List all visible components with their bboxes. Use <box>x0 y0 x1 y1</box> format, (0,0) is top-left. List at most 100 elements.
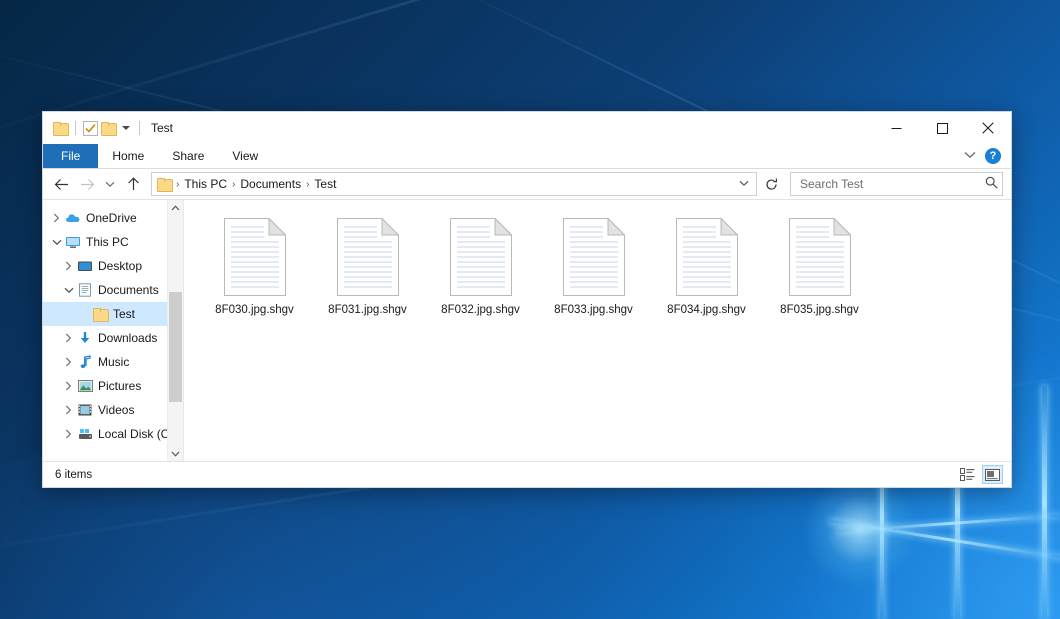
generic-document-icon <box>789 218 851 296</box>
file-item[interactable]: 8F030.jpg.shgv <box>198 214 311 334</box>
folder-icon <box>91 308 109 321</box>
sidebar-item-label: Test <box>109 307 135 321</box>
file-item[interactable]: 8F035.jpg.shgv <box>763 214 876 334</box>
refresh-button[interactable] <box>760 173 782 195</box>
tab-home[interactable]: Home <box>98 144 158 168</box>
recent-locations-chevron-icon[interactable] <box>101 172 119 196</box>
sidebar-item-label: Videos <box>94 403 134 417</box>
status-bar: 6 items <box>43 461 1011 487</box>
up-button[interactable] <box>121 172 145 196</box>
windows-logo-pane-line <box>829 519 1060 560</box>
back-button[interactable] <box>49 172 73 196</box>
file-name: 8F031.jpg.shgv <box>326 303 409 317</box>
breadcrumb-item-documents[interactable]: Documents <box>236 175 305 193</box>
search-icon[interactable] <box>985 176 998 192</box>
help-icon[interactable]: ? <box>985 148 1001 164</box>
file-item[interactable]: 8F034.jpg.shgv <box>650 214 763 334</box>
file-item[interactable]: 8F033.jpg.shgv <box>537 214 650 334</box>
sidebar-item-downloads[interactable]: Downloads <box>43 326 183 350</box>
tab-view[interactable]: View <box>218 144 272 168</box>
sidebar-item-label: OneDrive <box>82 211 137 225</box>
generic-document-icon <box>450 218 512 296</box>
title-bar: Test <box>43 112 1011 144</box>
file-name: 8F035.jpg.shgv <box>778 303 861 317</box>
sidebar-item-label: Downloads <box>94 331 157 345</box>
folder-icon[interactable] <box>53 122 68 135</box>
file-name: 8F034.jpg.shgv <box>665 303 748 317</box>
cloud-icon <box>64 212 82 224</box>
chevron-right-icon[interactable] <box>61 429 76 439</box>
sidebar-item-label: Documents <box>94 283 159 297</box>
file-item[interactable]: 8F031.jpg.shgv <box>311 214 424 334</box>
file-item[interactable]: 8F032.jpg.shgv <box>424 214 537 334</box>
chevron-right-icon[interactable] <box>61 333 76 343</box>
large-icons-view-button[interactable] <box>982 465 1003 484</box>
ribbon-right-controls: ? <box>964 144 1011 168</box>
details-view-button[interactable] <box>957 465 978 484</box>
file-name: 8F033.jpg.shgv <box>552 303 635 317</box>
sidebar-item-label: Pictures <box>94 379 141 393</box>
chevron-right-icon[interactable] <box>61 357 76 367</box>
new-folder-icon[interactable] <box>101 122 116 135</box>
generic-document-icon <box>676 218 738 296</box>
close-button[interactable] <box>965 112 1011 144</box>
breadcrumb-item-this-pc[interactable]: This PC <box>180 175 231 193</box>
chevron-right-icon[interactable] <box>61 261 76 271</box>
breadcrumb-item-test[interactable]: Test <box>310 175 340 193</box>
customize-caret-icon[interactable] <box>122 126 130 130</box>
maximize-button[interactable] <box>919 112 965 144</box>
music-icon <box>76 355 94 369</box>
sidebar-item-label: Desktop <box>94 259 142 273</box>
chevron-right-icon[interactable] <box>61 405 76 415</box>
ribbon-tab-bar: File Home Share View ? <box>43 144 1011 169</box>
window-controls <box>873 112 1011 144</box>
properties-icon[interactable] <box>83 121 98 136</box>
file-name: 8F032.jpg.shgv <box>439 303 522 317</box>
sidebar-item-desktop[interactable]: Desktop <box>43 254 183 278</box>
file-list-view[interactable]: 8F030.jpg.shgv <box>184 200 1011 461</box>
toolbar-divider <box>139 121 140 135</box>
breadcrumb-folder-icon[interactable] <box>157 178 172 191</box>
sidebar-item-videos[interactable]: Videos <box>43 398 183 422</box>
scrollbar-thumb[interactable] <box>169 292 182 402</box>
navigation-pane: OneDrive This PC <box>43 200 184 461</box>
sidebar-item-test[interactable]: Test <box>43 302 183 326</box>
sidebar-item-label: Music <box>94 355 129 369</box>
chevron-down-icon[interactable] <box>61 287 76 294</box>
expand-ribbon-chevron-icon[interactable] <box>964 151 976 162</box>
item-count-label: 6 items <box>55 469 92 481</box>
chevron-right-icon[interactable] <box>49 213 64 223</box>
documents-icon <box>76 283 94 297</box>
windows-logo-glow <box>800 470 920 590</box>
sidebar-item-music[interactable]: Music <box>43 350 183 374</box>
minimize-button[interactable] <box>873 112 919 144</box>
tab-file[interactable]: File <box>43 144 98 168</box>
sidebar-scrollbar[interactable] <box>167 200 183 461</box>
breadcrumb-dropdown-icon[interactable] <box>734 179 754 189</box>
quick-access-toolbar: Test <box>43 121 173 136</box>
chevron-right-icon[interactable] <box>61 381 76 391</box>
desktop-icon <box>76 260 94 273</box>
search-input[interactable] <box>798 176 985 192</box>
chevron-down-icon[interactable] <box>49 239 64 246</box>
window-title: Test <box>151 121 173 135</box>
pictures-icon <box>76 380 94 392</box>
view-mode-buttons <box>957 465 1003 484</box>
sidebar-item-local-disk-c[interactable]: Local Disk (C:) <box>43 422 183 446</box>
sidebar-item-documents[interactable]: Documents <box>43 278 183 302</box>
windows-logo-pane-line <box>838 514 1060 532</box>
scroll-down-icon[interactable] <box>168 446 183 461</box>
forward-button <box>75 172 99 196</box>
tab-share[interactable]: Share <box>158 144 218 168</box>
navigation-tree: OneDrive This PC <box>43 200 183 446</box>
file-explorer-window: Test File Home Share View <box>42 111 1012 488</box>
sidebar-item-pictures[interactable]: Pictures <box>43 374 183 398</box>
sidebar-item-onedrive[interactable]: OneDrive <box>43 206 183 230</box>
address-bar: › This PC › Documents › Test <box>43 169 1011 199</box>
monitor-icon <box>64 236 82 249</box>
scroll-up-icon[interactable] <box>168 200 183 215</box>
videos-icon <box>76 404 94 416</box>
breadcrumb[interactable]: › This PC › Documents › Test <box>151 172 757 196</box>
search-box[interactable] <box>790 172 1003 196</box>
sidebar-item-this-pc[interactable]: This PC <box>43 230 183 254</box>
